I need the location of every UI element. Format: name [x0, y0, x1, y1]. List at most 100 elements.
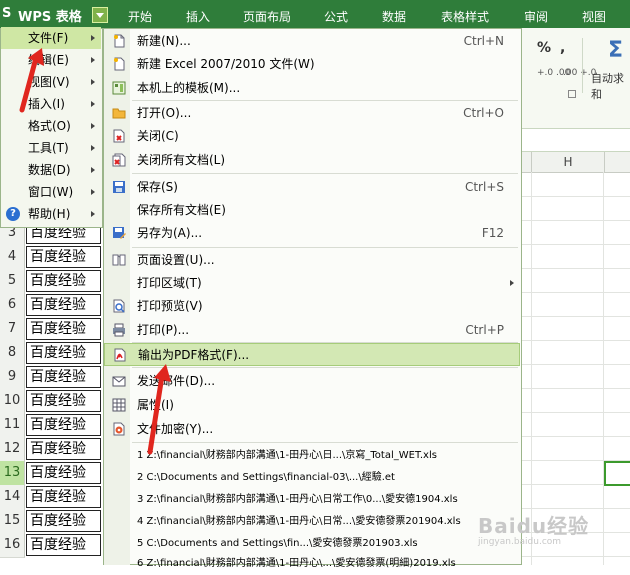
file-new-excel-item[interactable]: 新建 Excel 2007/2010 文件(W) [104, 53, 520, 75]
template-icon [112, 81, 126, 95]
file-save-as-item[interactable]: 另存为(A)... F12 [104, 222, 520, 244]
table-cell[interactable]: 百度经验 [26, 366, 101, 388]
file-print-preview-item[interactable]: 打印预览(V) [104, 295, 520, 317]
autosum-button[interactable]: 自动求和 [591, 70, 630, 102]
file-print-item[interactable]: 打印(P)... Ctrl+P [104, 319, 520, 341]
table-cell[interactable]: 百度经验 [26, 246, 101, 268]
table-cell[interactable]: 百度经验 [26, 486, 101, 508]
menu-edit-label: 编辑(E) [28, 53, 69, 67]
tab-page-layout[interactable]: 页面布局 [232, 8, 302, 26]
tab-view[interactable]: 视图 [566, 8, 622, 26]
tab-table-style[interactable]: 表格样式 [426, 8, 504, 26]
file-new-shortcut: Ctrl+N [463, 34, 504, 48]
file-new-label: 新建(N)... [137, 34, 191, 48]
table-cell[interactable]: 百度经验 [26, 438, 101, 460]
recent-file-item[interactable]: 2 C:\Documents and Settings\financial-03… [104, 467, 520, 489]
save-icon [113, 181, 125, 193]
row-header[interactable]: 8 [0, 341, 25, 366]
column-header-h[interactable]: H [531, 152, 605, 172]
menu-insert[interactable]: 插入(I) [1, 93, 101, 115]
recent-file-item[interactable]: 6 Z:\financial\財務部内部溝通\1-田丹心\...\愛安德發票(明… [104, 553, 520, 575]
menu-tools[interactable]: 工具(T) [1, 137, 101, 159]
grid-line [522, 316, 630, 317]
row-header[interactable]: 10 [0, 389, 25, 414]
mail-icon [112, 376, 126, 387]
table-cell[interactable]: 百度经验 [26, 294, 101, 316]
file-properties-item[interactable]: 属性(I) [104, 394, 520, 416]
row-header[interactable]: 9 [0, 365, 25, 390]
row-header[interactable]: 13 [0, 461, 25, 486]
file-send-mail-item[interactable]: 发送邮件(D)... [104, 370, 520, 392]
row-header[interactable]: 15 [0, 509, 25, 534]
app-title: WPS 表格 [18, 10, 82, 25]
menu-format[interactable]: 格式(O) [1, 115, 101, 137]
comma-style-button[interactable]: , [560, 40, 565, 56]
tab-formulas[interactable]: 公式 [308, 8, 364, 26]
tab-insert[interactable]: 插入 [170, 8, 226, 26]
menu-separator [132, 173, 518, 174]
chevron-right-icon [91, 35, 95, 41]
recent-file-label: 2 C:\Documents and Settings\financial-03… [137, 472, 395, 483]
menu-insert-label: 插入(I) [28, 97, 65, 111]
file-page-setup-item[interactable]: 页面设置(U)... [104, 249, 520, 271]
file-close-all-item[interactable]: 关闭所有文档(L) [104, 149, 520, 171]
row-header[interactable]: 4 [0, 245, 25, 270]
file-save-item[interactable]: 保存(S) Ctrl+S [104, 176, 520, 198]
row-header[interactable]: 12 [0, 437, 25, 462]
menu-file[interactable]: 文件(F) [1, 27, 101, 49]
file-close-all-label: 关闭所有文档(L) [137, 153, 226, 167]
table-cell[interactable]: 百度经验 [26, 318, 101, 340]
file-encrypt-item[interactable]: 文件加密(Y)... [104, 418, 520, 440]
menu-data[interactable]: 数据(D) [1, 159, 101, 181]
menu-file-label: 文件(F) [28, 31, 69, 45]
chevron-right-icon [91, 145, 95, 151]
grid-line [522, 340, 630, 341]
tab-review[interactable]: 审阅 [508, 8, 564, 26]
grid-line [522, 196, 630, 197]
file-open-item[interactable]: 打开(O)... Ctrl+O [104, 102, 520, 124]
row-header[interactable]: 6 [0, 293, 25, 318]
wps-logo[interactable]: S WPS 表格 [0, 4, 92, 26]
sigma-icon[interactable]: Σ [608, 38, 623, 63]
tab-home[interactable]: 开始 [112, 8, 168, 26]
table-cell[interactable]: 百度经验 [26, 342, 101, 364]
row-header[interactable]: 16 [0, 533, 25, 558]
file-save-all-item[interactable]: 保存所有文档(E) [104, 199, 520, 221]
row-header[interactable]: 14 [0, 485, 25, 510]
row-header[interactable]: 11 [0, 413, 25, 438]
grid-line [522, 556, 630, 557]
table-cell[interactable]: 百度经验 [26, 462, 101, 484]
file-templates-item[interactable]: 本机上的模板(M)... [104, 77, 520, 99]
file-close-item[interactable]: 关闭(C) [104, 125, 520, 147]
tab-data[interactable]: 数据 [366, 8, 422, 26]
print-preview-icon [113, 299, 125, 313]
number-format-expand-icon[interactable] [568, 90, 576, 98]
row-header[interactable]: 5 [0, 269, 25, 294]
app-menu-dropdown-icon[interactable] [92, 7, 108, 23]
row-header[interactable]: 7 [0, 317, 25, 342]
menu-view[interactable]: 视图(V) [1, 71, 101, 93]
menu-window[interactable]: 窗口(W) [1, 181, 101, 203]
table-cell[interactable]: 百度经验 [26, 270, 101, 292]
file-save-as-shortcut: F12 [481, 226, 504, 240]
file-new-item[interactable]: 新建(N)... Ctrl+N [104, 30, 520, 52]
table-cell[interactable]: 百度经验 [26, 510, 101, 532]
recent-file-item[interactable]: 5 C:\Documents and Settings\fin...\愛安德發票… [104, 533, 520, 555]
recent-file-item[interactable]: 3 Z:\financial\財務部内部溝通\1-田丹心\日常工作\0...\愛… [104, 489, 520, 511]
file-open-shortcut: Ctrl+O [463, 106, 504, 120]
selected-cell[interactable] [604, 461, 630, 486]
page-setup-icon [112, 254, 126, 266]
recent-file-item[interactable]: 1 Z:\financial\财務部内部溝通\1-田丹心\日...\京寫_Tot… [104, 445, 520, 467]
percent-style-button[interactable]: % [537, 40, 551, 56]
grid-line [522, 268, 630, 269]
file-export-pdf-item[interactable]: 输出为PDF格式(F)... [104, 343, 520, 366]
watermark-url: jingyan.baidu.com [478, 537, 562, 547]
table-cell[interactable]: 百度经验 [26, 390, 101, 412]
file-print-area-item[interactable]: 打印区域(T) [104, 272, 520, 294]
wps-logo-icon: S [2, 6, 12, 21]
menu-help[interactable]: ? 帮助(H) [1, 203, 101, 225]
table-cell[interactable]: 百度经验 [26, 534, 101, 556]
recent-file-item[interactable]: 4 Z:\financial\財務部内部溝通\1-田丹心\日常...\愛安德發票… [104, 511, 520, 533]
menu-edit[interactable]: 编辑(E) [1, 49, 101, 71]
table-cell[interactable]: 百度经验 [26, 414, 101, 436]
